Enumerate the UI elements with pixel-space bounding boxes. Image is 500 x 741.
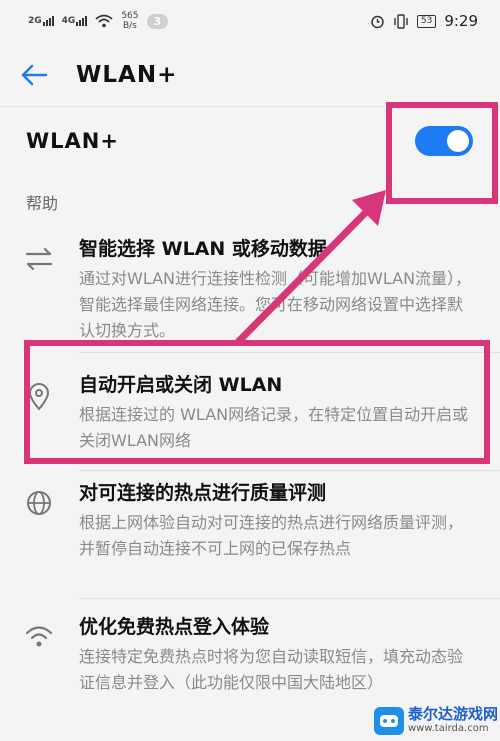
status-time: 9:29 [444, 12, 478, 30]
status-bar: 2G 4G 565 B/s 3 53 9:29 [0, 0, 500, 42]
page-title: WLAN+ [76, 62, 178, 88]
signal-bars-icon [42, 16, 54, 26]
speed-value: 565 [121, 11, 139, 21]
battery-indicator: 53 [416, 14, 437, 28]
signal-bars-icon [76, 16, 88, 26]
header-divider [0, 106, 500, 107]
back-arrow-icon [21, 64, 48, 86]
item-separator [79, 352, 500, 353]
signal-2g-label: 2G [28, 16, 42, 26]
watermark-text: 泰尔达游戏网 www.tairda.com [408, 706, 498, 735]
switch-knob [447, 130, 469, 152]
help-section-title: 帮助 [26, 194, 59, 213]
signal-4g-indicator: 4G [62, 16, 88, 26]
item-separator [79, 598, 500, 599]
watermark-line1: 泰尔达游戏网 [408, 705, 499, 723]
signal-4g-label: 4G [61, 16, 76, 26]
watermark-line2: www.tairda.com [408, 723, 489, 734]
status-left: 2G 4G 565 B/s 3 [28, 11, 169, 31]
vibrate-icon [394, 13, 408, 29]
item-title: 自动开启或关闭 WLAN [79, 374, 283, 396]
item-description: 根据上网体验自动对可连接的热点进行网络质量评测，并暂停自动连接不可上网的已保存热… [79, 513, 464, 558]
wifi-status-icon [95, 14, 113, 28]
site-watermark: 泰尔达游戏网 www.tairda.com [374, 700, 500, 741]
wlan-plus-row[interactable]: WLAN+ [0, 110, 500, 172]
item-title: 智能选择 WLAN 或移动数据 [79, 238, 327, 260]
network-speed: 565 B/s [121, 11, 138, 31]
status-right: 53 9:29 [370, 12, 478, 30]
swap-arrows-icon [25, 247, 53, 271]
wifi-icon [25, 626, 53, 647]
item-separator [79, 470, 500, 471]
back-button[interactable] [20, 55, 60, 95]
item-description: 通过对WLAN进行连接性检测（可能增加WLAN流量），智能选择最佳网络连接。您可… [79, 269, 472, 340]
wlan-plus-label: WLAN+ [26, 129, 119, 153]
signal-2g-indicator: 2G [28, 16, 54, 26]
globe-icon [27, 491, 51, 515]
app-bar: WLAN+ [0, 44, 500, 106]
item-title: 优化免费热点登入体验 [79, 616, 270, 638]
alarm-icon [371, 15, 384, 28]
location-pin-icon [28, 383, 50, 411]
item-description: 连接特定免费热点时将为您自动读取短信，填充动态验证信息并登入（此功能仅限中国大陆… [79, 647, 464, 692]
item-title: 对可连接的热点进行质量评测 [79, 482, 327, 504]
wlan-plus-switch[interactable] [415, 126, 473, 156]
item-description: 根据连接过的 WLAN网络记录，在特定位置自动开启或关闭WLAN网络 [79, 405, 469, 450]
watermark-logo-icon [374, 706, 404, 735]
notification-badge: 3 [146, 13, 169, 29]
speed-unit: B/s [122, 21, 137, 31]
